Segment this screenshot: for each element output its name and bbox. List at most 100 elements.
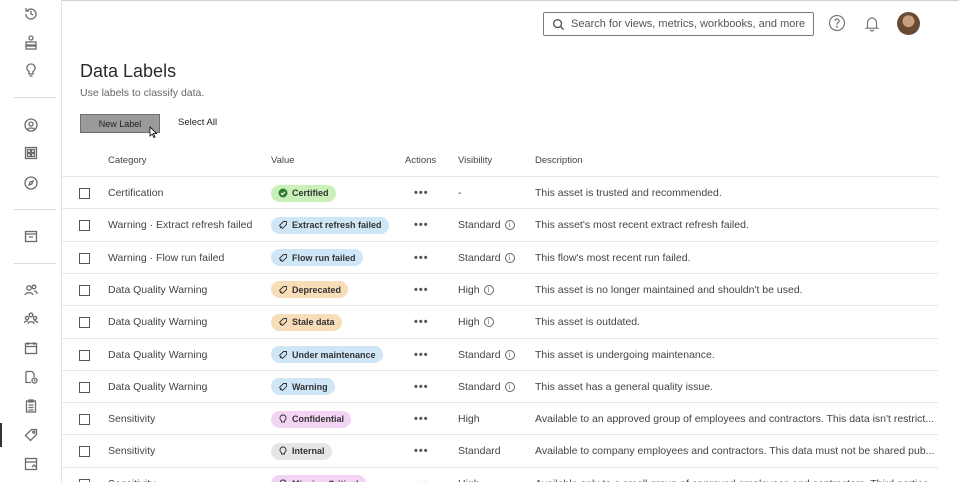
site-settings-icon[interactable] [9,450,53,478]
label-badge[interactable]: Mission Critical [271,475,366,482]
table-row[interactable]: Data Quality Warning Stale data ••• High i Th… [62,305,938,337]
label-badge[interactable]: Certified [271,184,336,202]
visibility-cell: Standard i [458,339,515,371]
tasks-icon[interactable] [9,363,53,391]
schedules-icon[interactable] [9,334,53,362]
groups-icon[interactable] [9,305,53,333]
personal-space-icon[interactable] [9,111,53,139]
actions-menu-button[interactable]: ••• [414,242,429,274]
new-label-button[interactable]: New Label [80,114,160,133]
table-row[interactable]: Warning · Flow run failed Flow run failed… [62,240,938,274]
visibility-cell: Standard i [458,371,515,403]
value-cell: Deprecated [271,274,349,306]
column-header-value[interactable]: Value [271,155,295,166]
column-header-category[interactable]: Category [108,155,147,166]
search-box[interactable] [543,12,814,36]
visibility-cell: High [458,403,480,435]
row-checkbox[interactable] [79,349,90,361]
help-icon[interactable] [827,13,847,33]
label-badge[interactable]: Internal [271,442,332,460]
table-row[interactable]: Data Quality Warning Deprecated ••• High i Th… [62,272,938,306]
row-checkbox[interactable] [79,414,90,426]
visibility-cell: - [458,177,462,209]
info-icon[interactable]: i [504,252,515,263]
row-checkbox[interactable] [79,252,90,264]
row-checkbox[interactable] [79,381,90,393]
label-badge[interactable]: Deprecated [271,281,349,299]
badge-text: Flow run failed [292,252,356,263]
value-cell: Mission Critical [271,468,366,482]
row-checkbox[interactable] [79,188,90,199]
jobs-icon[interactable] [9,392,53,420]
row-checkbox[interactable] [79,220,90,232]
label-badge[interactable]: Warning [271,378,335,396]
warning-tag-icon [278,220,288,230]
table-row[interactable]: Data Quality Warning Warning ••• Standard i T… [62,369,938,403]
data-labels-icon[interactable] [0,421,53,449]
warning-tag-icon [278,350,288,360]
badge-text: Extract refresh failed [292,220,382,231]
notifications-bell-icon[interactable] [862,13,882,33]
bulb-icon [278,446,288,456]
actions-menu-button[interactable]: ••• [414,403,429,435]
info-icon[interactable]: i [504,349,515,360]
label-badge[interactable]: Extract refresh failed [271,216,389,234]
table-row[interactable]: Warning · Extract refresh failed Extract … [62,208,938,240]
actions-menu-button[interactable]: ••• [414,209,429,241]
badge-text: Confidential [292,414,344,425]
rail-divider [14,97,56,98]
row-checkbox[interactable] [79,284,90,296]
column-header-description[interactable]: Description [535,155,583,166]
actions-menu-button[interactable]: ••• [414,177,429,209]
external-assets-icon[interactable] [9,222,53,250]
table-row[interactable]: Sensitivity Mission Critical ••• High Availa… [62,466,938,482]
row-checkbox[interactable] [79,317,90,329]
top-border [0,0,959,1]
check-circle-icon [278,188,288,198]
actions-menu-button[interactable]: ••• [414,468,429,482]
recommendations-icon[interactable] [9,56,53,84]
table-row[interactable]: Data Quality Warning Under maintenance •••… [62,337,938,371]
label-badge[interactable]: Stale data [271,313,342,331]
actions-menu-button[interactable]: ••• [414,339,429,371]
badge-text: Warning [292,381,328,392]
badge-text: Certified [292,188,329,198]
rail-divider [14,209,56,210]
label-badge[interactable]: Flow run failed [271,249,363,267]
label-badge[interactable]: Under maintenance [271,346,383,363]
category-cell: Data Quality Warning [108,283,208,296]
description-cell: This asset is undergoing maintenance. [535,348,715,361]
visibility-text: - [458,187,462,199]
visibility-cell: Standard i [458,242,515,274]
search-input[interactable] [571,18,811,30]
label-badge[interactable]: Confidential [271,410,351,428]
actions-menu-button[interactable]: ••• [414,306,429,338]
category-cell: Sensitivity [108,413,156,426]
visibility-cell: Standard i [458,209,515,241]
description-cell: This asset has a general quality issue. [535,380,714,393]
info-icon[interactable]: i [483,284,494,295]
explore-icon[interactable] [9,169,53,197]
table-row[interactable]: Certification Certified ••• - This asset is … [62,176,938,208]
badge-text: Under maintenance [292,349,376,360]
table-row[interactable]: Sensitivity Confidential ••• High Available … [62,402,938,434]
column-header-visibility[interactable]: Visibility [458,155,492,166]
user-avatar[interactable] [897,12,920,35]
collections-icon[interactable] [9,28,53,56]
users-icon[interactable] [9,276,53,304]
actions-menu-button[interactable]: ••• [414,371,429,403]
actions-menu-button[interactable]: ••• [414,274,429,306]
info-icon[interactable]: i [504,381,515,392]
info-icon[interactable]: i [504,220,515,231]
visibility-text: Standard [458,348,501,361]
projects-icon[interactable] [9,139,53,167]
warning-tag-icon [278,253,288,263]
info-icon[interactable]: i [483,317,494,328]
value-cell: Certified [271,177,336,209]
table-row[interactable]: Sensitivity Internal ••• Standard Available … [62,434,938,466]
select-all-button[interactable]: Select All [178,117,217,128]
recents-icon[interactable] [9,0,53,28]
warning-tag-icon [278,382,288,392]
actions-menu-button[interactable]: ••• [414,435,429,467]
row-checkbox[interactable] [79,446,90,458]
